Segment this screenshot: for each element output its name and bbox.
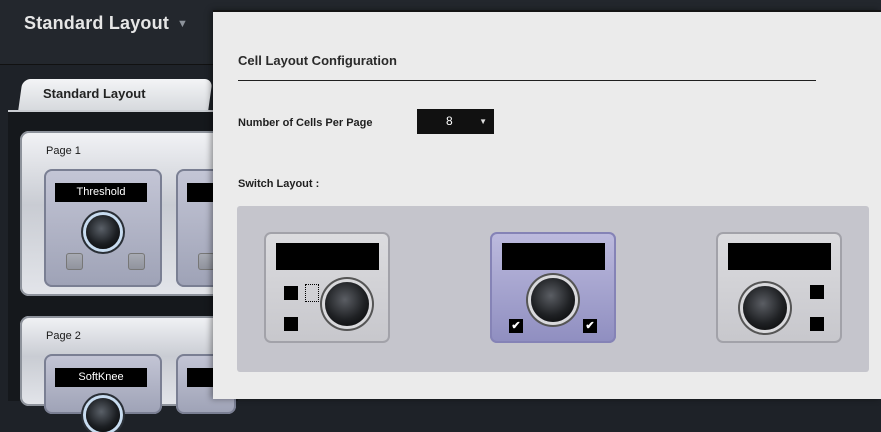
layout-option-buttons-left[interactable]: [264, 232, 390, 343]
page-1-label: Page 1: [46, 145, 81, 157]
cells-per-page-label: Number of Cells Per Page: [238, 117, 373, 129]
tab-label: Standard Layout: [43, 86, 146, 101]
knob-control[interactable]: [86, 398, 120, 432]
switch-layout-label: Switch Layout :: [238, 178, 320, 190]
page-1-cell-1[interactable]: Threshold: [44, 169, 162, 287]
dialog-top-border: [213, 10, 881, 12]
chevron-down-icon: ▼: [177, 18, 189, 30]
cells-per-page-value: 8: [446, 114, 453, 128]
button-preview: [284, 286, 298, 300]
display-preview: [502, 243, 605, 270]
page-2-cell-1[interactable]: SoftKnee: [44, 354, 162, 432]
knob-preview: [743, 286, 787, 330]
display-preview: [728, 243, 831, 270]
button-preview: [284, 317, 298, 331]
button-preview: [810, 285, 824, 299]
cell-display: SoftKnee: [55, 368, 147, 387]
divider: [238, 80, 816, 81]
knob-control[interactable]: [86, 215, 120, 249]
knob-preview: [325, 282, 369, 326]
dialog-title: Cell Layout Configuration: [238, 53, 397, 68]
page-2-label: Page 2: [46, 330, 81, 342]
cell-display: Threshold: [55, 183, 147, 202]
checkbox-left[interactable]: ✔: [509, 319, 523, 333]
layout-selector[interactable]: Standard Layout ▼: [24, 13, 188, 34]
button-placeholder-preview: [305, 284, 319, 302]
knob-preview: [531, 278, 575, 322]
layout-option-buttons-right[interactable]: [716, 232, 842, 343]
layout-title-label: Standard Layout: [24, 13, 170, 33]
page-1: Page 1 Threshold: [20, 131, 247, 296]
page-2: Page 2 SoftKnee: [20, 316, 247, 432]
button-preview: [810, 317, 824, 331]
chevron-down-icon: ▼: [479, 117, 487, 126]
cell-button-left[interactable]: [66, 253, 83, 270]
cell-button-right[interactable]: [128, 253, 145, 270]
display-preview: [276, 243, 379, 270]
checkbox-right[interactable]: ✔: [583, 319, 597, 333]
layout-option-buttons-below[interactable]: ✔ ✔: [490, 232, 616, 343]
cells-per-page-select[interactable]: 8 ▼: [417, 109, 494, 134]
